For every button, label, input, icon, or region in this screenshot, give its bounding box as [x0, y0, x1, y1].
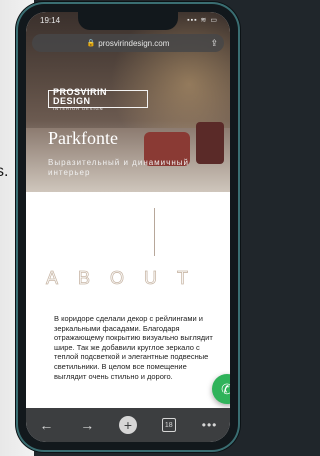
page-title: Parkfonte — [48, 128, 118, 148]
lock-icon: 🔒 — [86, 40, 96, 47]
background-text: s. — [0, 163, 9, 180]
hero-chair-secondary — [196, 122, 224, 164]
plus-icon: + — [118, 416, 137, 434]
browser-toolbar: ← → + 18 ••• — [26, 408, 230, 442]
about-paragraph: В коридоре сделали декор с рейлингами и … — [54, 314, 213, 381]
more-icon: ••• — [201, 418, 218, 432]
status-time: 19:14 — [40, 16, 61, 25]
arrow-right-icon: → — [80, 417, 95, 433]
new-tab-button[interactable]: + — [116, 413, 140, 437]
logo-sub: INTERIOR DESIGN — [53, 105, 104, 111]
arrow-left-icon: ← — [39, 417, 54, 433]
about-heading: ABOUT — [46, 268, 209, 289]
address-bar[interactable]: 🔒 prosvirindesign.com ⇪ — [32, 34, 224, 52]
page-subtitle: Выразительный и динамичный интерьер — [48, 158, 189, 177]
logo[interactable]: PROSVIRIN DESIGN INTERIOR DESIGN — [48, 86, 148, 111]
url-text: prosvirindesign.com — [98, 38, 170, 48]
more-button[interactable]: ••• — [198, 413, 222, 437]
phone-screen: 19:14 ▪▪▪ ≋ ▭ 🔒 prosvirindesign.com ⇪ PR… — [26, 12, 230, 442]
vertical-divider — [154, 208, 155, 256]
tabs-count: 18 — [161, 418, 176, 432]
status-icons: ▪▪▪ ≋ ▭ — [187, 17, 218, 24]
phone-icon: ✆ — [221, 380, 230, 397]
tabs-button[interactable]: 18 — [157, 413, 181, 437]
forward-button[interactable]: → — [75, 413, 99, 437]
phone-call-button[interactable]: ✆ — [212, 374, 230, 404]
logo-main: PROSVIRIN DESIGN — [53, 86, 108, 106]
status-bar: 19:14 ▪▪▪ ≋ ▭ — [40, 16, 218, 30]
share-icon[interactable]: ⇪ — [210, 38, 218, 49]
back-button[interactable]: ← — [34, 413, 58, 437]
phone-frame: 19:14 ▪▪▪ ≋ ▭ 🔒 prosvirindesign.com ⇪ PR… — [18, 4, 238, 450]
